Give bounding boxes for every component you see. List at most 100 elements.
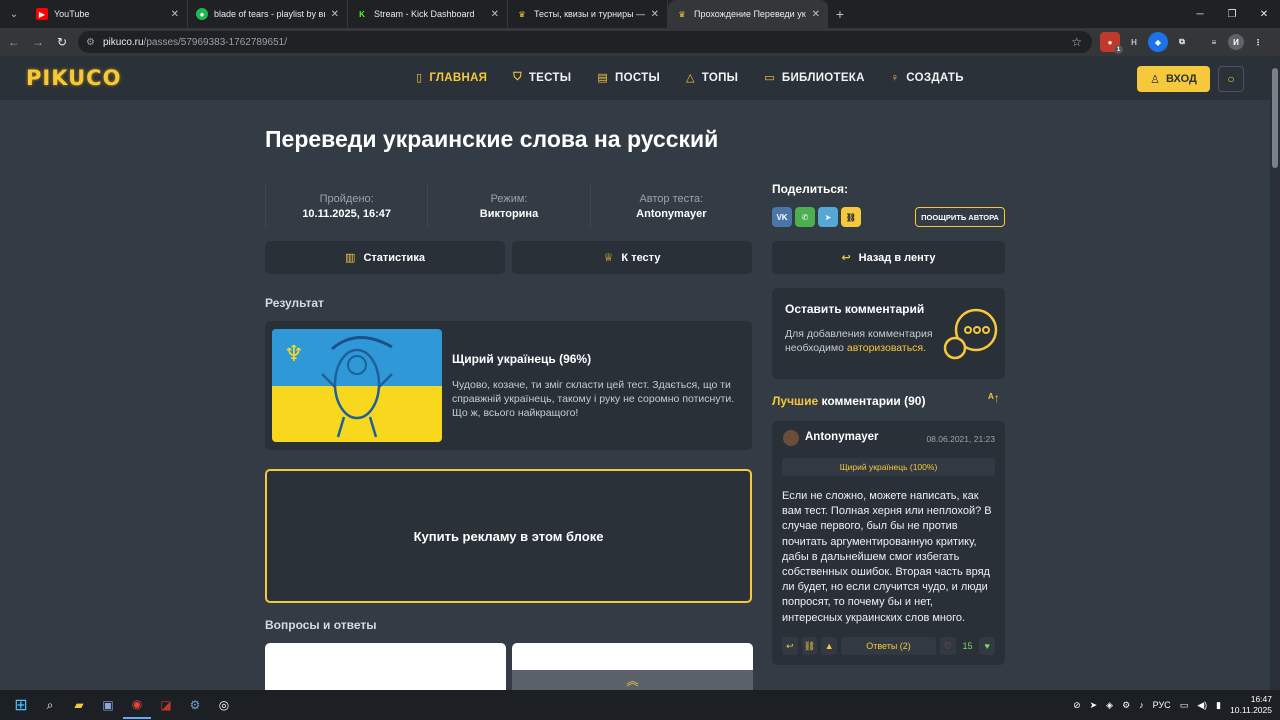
extension-badge-icon[interactable]: ● 1 xyxy=(1100,32,1123,54)
comment-text: Если не сложно, можете написать, как вам… xyxy=(782,490,992,624)
clock[interactable]: 16:47 10.11.2025 xyxy=(1230,694,1272,716)
search-icon[interactable]: ⌕ xyxy=(36,691,64,719)
chrome-icon[interactable]: ◉ xyxy=(123,691,151,719)
battery-icon[interactable]: ▮ xyxy=(1216,700,1221,711)
language-indicator[interactable]: РУС xyxy=(1153,700,1171,710)
display-icon[interactable]: ▭ xyxy=(1180,700,1189,711)
whatsapp-share-icon[interactable]: ✆ xyxy=(795,207,815,227)
reply-icon[interactable]: ↩ xyxy=(782,637,798,655)
return-arrow-icon: ↩ xyxy=(841,252,851,264)
fire-icon: △ xyxy=(686,72,695,84)
close-icon[interactable]: ✕ xyxy=(331,9,339,20)
double-chevron-up-icon: ︽ xyxy=(626,673,639,688)
dota-icon[interactable]: ◪ xyxy=(152,691,180,719)
site-info-icon[interactable]: ⚙ xyxy=(86,37,95,48)
volume-icon[interactable]: ◀) xyxy=(1197,700,1207,711)
scroll-top-button[interactable]: ︽ xyxy=(512,670,753,690)
vk-share-icon[interactable]: VK xyxy=(772,207,792,227)
nav-tests[interactable]: ⛉ ТЕСТЫ xyxy=(513,71,571,84)
extensions-area: ● 1 H ◆ ⧉ ≡ И ⋮ xyxy=(1100,32,1268,54)
telegram-icon[interactable]: ➤ xyxy=(1090,700,1098,711)
steam-tray-icon[interactable]: ⚙ xyxy=(1122,700,1130,711)
profile-avatar[interactable]: И xyxy=(1228,34,1244,50)
extension-h-icon[interactable]: H xyxy=(1124,32,1144,52)
statistics-button[interactable]: ▥ Статистика xyxy=(265,241,505,274)
sort-icon[interactable]: ᴬ↑ xyxy=(988,391,1000,405)
nav-home[interactable]: ▯ ГЛАВНАЯ xyxy=(416,71,487,85)
discord-icon[interactable]: ◈ xyxy=(1106,700,1113,711)
back-arrow-icon[interactable]: ← xyxy=(2,30,26,54)
app-icon[interactable]: ▣ xyxy=(94,691,122,719)
bookmark-star-icon[interactable]: ☆ xyxy=(1071,35,1082,49)
back-to-feed-button[interactable]: ↩ Назад в ленту xyxy=(772,241,1005,274)
forward-arrow-icon[interactable]: → xyxy=(26,30,50,54)
maximize-button[interactable]: ❐ xyxy=(1216,0,1248,28)
microphone-icon[interactable]: ♪ xyxy=(1139,700,1144,710)
scrollbar-thumb[interactable] xyxy=(1272,68,1278,168)
site-header: PIKUCO ▯ ГЛАВНАЯ ⛉ ТЕСТЫ ▤ ПОСТЫ △ ТОПЫ ▭ БИБ… xyxy=(0,56,1270,100)
qa-heading: Вопросы и ответы xyxy=(265,618,377,632)
reload-icon[interactable]: ↻ xyxy=(50,30,74,54)
new-tab-button[interactable]: + xyxy=(828,0,852,28)
close-icon[interactable]: ✕ xyxy=(651,9,659,20)
meta-passed: Пройдено: 10.11.2025, 16:47 xyxy=(265,184,427,228)
obs-icon[interactable]: ◎ xyxy=(210,691,238,719)
browser-menu-icon[interactable]: ⋮ xyxy=(1248,32,1268,52)
minimize-button[interactable]: ─ xyxy=(1184,0,1216,28)
tab-youtube[interactable]: ▶ YouTube ✕ xyxy=(28,0,188,28)
tab-title: Тесты, квизы и турниры — Pik xyxy=(534,9,645,19)
reward-author-button[interactable]: ПООЩРИТЬ АВТОРА xyxy=(915,207,1005,227)
youtube-icon: ▶ xyxy=(36,8,48,20)
report-icon[interactable]: ▲ xyxy=(821,637,838,655)
like-count: 15 xyxy=(962,641,973,651)
close-icon[interactable]: ✕ xyxy=(812,9,820,20)
dislike-icon[interactable]: ♡ xyxy=(940,637,956,655)
cossack-illustration: ♆ xyxy=(284,336,393,438)
tab-pikuco-home[interactable]: ♛ Тесты, квизы и турниры — Pik ✕ xyxy=(508,0,668,28)
nav-create[interactable]: ♀ СОЗДАТЬ xyxy=(891,71,964,84)
like-icon[interactable]: ♥ xyxy=(979,637,996,655)
nav-tops[interactable]: △ ТОПЫ xyxy=(686,71,738,85)
steam-icon[interactable]: ⚙ xyxy=(181,691,209,719)
extension-blue-icon[interactable]: ◆ xyxy=(1148,32,1168,52)
file-explorer-icon[interactable]: ▰ xyxy=(65,691,93,719)
tab-title: blade of tears - playlist by выбо xyxy=(214,9,325,19)
page-scrollbar[interactable] xyxy=(1270,56,1280,690)
pass-meta: Пройдено: 10.11.2025, 16:47 Режим: Виктори… xyxy=(265,184,752,228)
tab-spotify[interactable]: ● blade of tears - playlist by выбо ✕ xyxy=(188,0,348,28)
nav-posts[interactable]: ▤ ПОСТЫ xyxy=(597,71,660,85)
result-description: Чудово, козаче, ти зміг скласти цей тест… xyxy=(452,379,735,419)
avatar[interactable] xyxy=(783,430,799,446)
tray-icon[interactable]: ⊘ xyxy=(1073,700,1081,711)
close-window-button[interactable]: ✕ xyxy=(1248,0,1280,28)
tab-pikuco-pass[interactable]: ♛ Прохождение Переведи укра ✕ xyxy=(668,0,828,28)
ad-block[interactable]: Купить рекламу в этом блоке xyxy=(265,469,752,603)
tab-search-button[interactable]: ⌄ xyxy=(0,0,28,28)
pikuco-icon: ♛ xyxy=(518,9,526,19)
site-logo[interactable]: PIKUCO xyxy=(26,66,121,90)
replies-button[interactable]: Ответы (2) xyxy=(841,637,936,655)
search-button[interactable]: ○ xyxy=(1218,66,1244,92)
search-icon: ○ xyxy=(1227,72,1235,86)
extensions-puzzle-icon[interactable]: ⧉ xyxy=(1172,32,1192,52)
link-icon[interactable]: ⛓ xyxy=(801,637,818,655)
tab-kick[interactable]: K Stream - Kick Dashboard ✕ xyxy=(348,0,508,28)
comment-date: 08.06.2021, 21:23 xyxy=(926,434,995,444)
to-test-button[interactable]: ♕ К тесту xyxy=(512,241,752,274)
address-bar[interactable]: ⚙ pikuco.ru/passes/57969383-1762789651/ … xyxy=(78,31,1092,53)
bookmark-icon: ▯ xyxy=(416,72,423,84)
copy-link-icon[interactable]: ⛓ xyxy=(841,207,861,227)
question-card[interactable] xyxy=(265,643,506,690)
comment-author[interactable]: Antonymayer xyxy=(805,431,879,443)
result-image: ♆ xyxy=(272,329,442,442)
page-viewport: PIKUCO ▯ ГЛАВНАЯ ⛉ ТЕСТЫ ▤ ПОСТЫ △ ТОПЫ ▭ БИБ… xyxy=(0,56,1270,690)
close-icon[interactable]: ✕ xyxy=(491,9,499,20)
authorize-link[interactable]: авторизоваться. xyxy=(847,342,926,354)
telegram-share-icon[interactable]: ➤ xyxy=(818,207,838,227)
reading-list-icon[interactable]: ≡ xyxy=(1204,32,1224,52)
login-button[interactable]: ♙ ВХОД xyxy=(1137,66,1210,92)
result-heading: Результат xyxy=(265,296,324,310)
nav-library[interactable]: ▭ БИБЛИОТЕКА xyxy=(764,71,865,85)
close-icon[interactable]: ✕ xyxy=(171,9,179,20)
windows-start-icon[interactable]: ⊞ xyxy=(7,691,35,719)
